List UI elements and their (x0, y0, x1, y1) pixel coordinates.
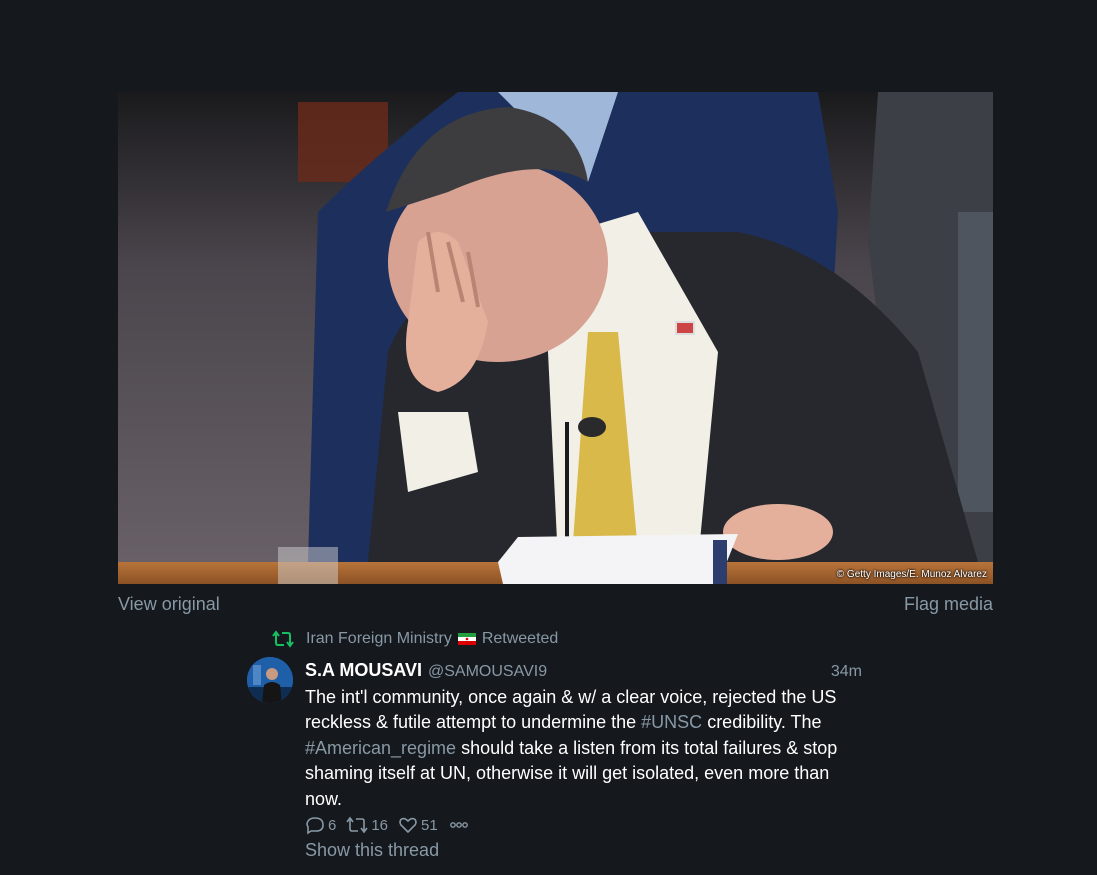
retweeter-name[interactable]: Iran Foreign Ministry (306, 630, 452, 648)
like-button[interactable]: 51 (398, 815, 438, 835)
hashtag-american-regime[interactable]: #American_regime (305, 738, 456, 758)
retweeted-label: Retweeted (481, 630, 559, 647)
tweet-actions: 6 16 51 (305, 815, 483, 835)
iran-flag-icon (457, 633, 476, 645)
retweet-icon (272, 630, 294, 648)
media-image[interactable]: © Getty Images/E. Munoz Alvarez (118, 92, 993, 584)
reply-button[interactable]: 6 (305, 815, 336, 835)
view-original-link[interactable]: View original (118, 594, 220, 615)
user-handle[interactable]: @SAMOUSAVI9 (428, 663, 547, 681)
more-button[interactable] (448, 815, 473, 835)
avatar[interactable] (247, 657, 293, 703)
retweet-button[interactable]: 16 (346, 815, 388, 835)
flag-media-link[interactable]: Flag media (904, 594, 993, 615)
reply-icon (306, 817, 324, 835)
tweet-timestamp[interactable]: 34m (831, 663, 862, 681)
tweetdeck-media-modal: © Getty Images/E. Munoz Alvarez View ori… (0, 0, 1097, 875)
heart-icon (399, 817, 417, 834)
tweet-text: The int'l community, once again & w/ a c… (305, 685, 865, 812)
photo-credit: © Getty Images/E. Munoz Alvarez (836, 569, 987, 580)
tweet-header: S.A MOUSAVI @SAMOUSAVI9 34m (305, 660, 862, 681)
reply-count: 6 (328, 816, 337, 834)
like-count: 51 (421, 816, 438, 834)
photo-scene (118, 92, 993, 584)
hashtag-unsc[interactable]: #UNSC (641, 712, 702, 732)
tweet-text-part: credibility. The (702, 712, 822, 733)
display-name[interactable]: S.A MOUSAVI (305, 660, 422, 681)
media-links: View original Flag media (118, 594, 993, 615)
retweet-action-icon (346, 816, 368, 834)
retweet-count: 16 (371, 816, 389, 834)
retweet-context: Iran Foreign Ministry Retweeted (272, 630, 558, 648)
more-dots-icon (449, 822, 468, 828)
show-thread-link[interactable]: Show this thread (305, 840, 439, 861)
avatar-image (247, 657, 293, 703)
